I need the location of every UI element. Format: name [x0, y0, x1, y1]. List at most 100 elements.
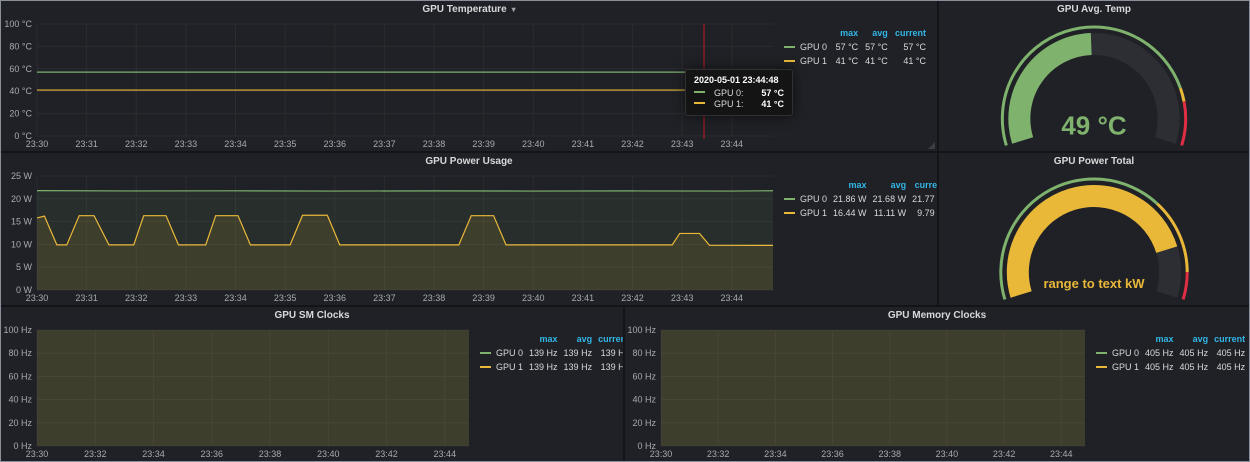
- x-axis-label: 23:43: [671, 139, 694, 149]
- tooltip-row: GPU 0: 57 °C: [694, 88, 784, 98]
- x-axis-label: 23:36: [324, 293, 347, 303]
- legend-series-gpu-1[interactable]: GPU 1: [781, 206, 830, 220]
- y-axis-label: 80 Hz: [8, 348, 32, 358]
- legend-header-max[interactable]: max: [832, 26, 862, 40]
- x-axis-label: 23:40: [522, 139, 545, 149]
- series-swatch-icon: [784, 198, 795, 200]
- legend-corner: [1093, 332, 1142, 346]
- legend-header-avg[interactable]: avg: [561, 332, 596, 346]
- panel-title-text: GPU Temperature: [422, 4, 506, 15]
- legend-series-gpu-1[interactable]: GPU 1: [477, 360, 526, 374]
- x-axis-label: 23:36: [324, 139, 347, 149]
- series-swatch-icon: [694, 102, 705, 104]
- x-axis-label: 23:38: [423, 139, 446, 149]
- gauge-temp-svg: 49 °C: [939, 17, 1249, 151]
- panel-title-gpu-power-total[interactable]: GPU Power Total: [939, 153, 1249, 169]
- panel-title-gpu-avg-temp[interactable]: GPU Avg. Temp: [939, 1, 1249, 17]
- tooltip-series-name: GPU 0:: [714, 88, 744, 98]
- series-swatch-icon: [694, 91, 705, 93]
- legend-series-gpu-1[interactable]: GPU 1: [1093, 360, 1142, 374]
- legend-value: 41 °C: [891, 54, 929, 68]
- gpu-power-total-body: range to text kW: [939, 169, 1249, 305]
- series-fill: [37, 323, 469, 446]
- legend-header-current[interactable]: current: [1211, 332, 1248, 346]
- series-swatch-icon: [784, 46, 795, 48]
- tooltip-series-name: GPU 1:: [714, 99, 744, 109]
- legend-value: 41 °C: [861, 54, 891, 68]
- gauge-threshold-segment: [1180, 88, 1184, 101]
- panel-title-gpu-temperature[interactable]: GPU Temperature ▾: [1, 1, 937, 17]
- x-axis-label: 23:36: [821, 449, 844, 459]
- legend-header-max[interactable]: max: [1142, 332, 1177, 346]
- x-axis-label: 23:35: [274, 139, 297, 149]
- gpu-power-total-gauge: range to text kW: [939, 169, 1249, 305]
- gpu-memory-clocks-body: 0 Hz20 Hz40 Hz60 Hz80 Hz100 Hz23:3023:32…: [625, 323, 1249, 461]
- panel-resize-handle[interactable]: [928, 142, 935, 149]
- y-axis-label: 60 Hz: [632, 371, 656, 381]
- y-axis-label: 80 °C: [9, 41, 32, 51]
- x-axis-label: 23:38: [423, 293, 446, 303]
- x-axis-label: 23:43: [671, 293, 694, 303]
- legend-row: GPU 0405 Hz405 Hz405 Hz: [1093, 346, 1248, 360]
- legend-header-current[interactable]: current: [891, 26, 929, 40]
- y-axis-label: 15 W: [11, 217, 33, 227]
- gpu-memory-clocks-chart[interactable]: 0 Hz20 Hz40 Hz60 Hz80 Hz100 Hz23:3023:32…: [625, 323, 1093, 461]
- legend-header-current[interactable]: current: [909, 178, 937, 192]
- legend-series-gpu-0[interactable]: GPU 0: [477, 346, 526, 360]
- panel-title-text: GPU Power Usage: [425, 156, 512, 167]
- legend-row: GPU 1405 Hz405 Hz405 Hz: [1093, 360, 1248, 374]
- gpu-power-usage-body: 0 W5 W10 W15 W20 W25 W23:3023:3123:3223:…: [1, 169, 937, 305]
- legend-series-gpu-0[interactable]: GPU 0: [1093, 346, 1142, 360]
- gauge-threshold-segment: [1183, 272, 1187, 299]
- legend-header-avg[interactable]: avg: [870, 178, 910, 192]
- legend-header-current[interactable]: current: [595, 332, 623, 346]
- legend-series-gpu-1[interactable]: GPU 1: [781, 54, 832, 68]
- x-axis-label: 23:30: [26, 139, 49, 149]
- gpu-power-usage-chart[interactable]: 0 W5 W10 W15 W20 W25 W23:3023:3123:3223:…: [1, 169, 781, 305]
- x-axis-label: 23:30: [650, 449, 673, 459]
- legend-series-gpu-0[interactable]: GPU 0: [781, 192, 830, 206]
- legend-value: 139 Hz: [595, 346, 623, 360]
- chart-tooltip: 2020-05-01 23:44:48GPU 0:57 °CGPU 1:41 °…: [685, 69, 793, 116]
- panel-title-gpu-power-usage[interactable]: GPU Power Usage: [1, 153, 937, 169]
- panel-gpu-avg-temp: GPU Avg. Temp 49 °C: [939, 1, 1249, 151]
- panel-title-text: GPU Memory Clocks: [888, 310, 986, 321]
- panel-gpu-memory-clocks: GPU Memory Clocks 0 Hz20 Hz40 Hz60 Hz80 …: [625, 307, 1249, 461]
- gpu-sm-clocks-chart[interactable]: 0 Hz20 Hz40 Hz60 Hz80 Hz100 Hz23:3023:32…: [1, 323, 477, 461]
- x-axis-label: 23:34: [764, 449, 787, 459]
- x-axis-label: 23:31: [75, 139, 98, 149]
- gauge-value-text: range to text kW: [1043, 276, 1145, 291]
- legend-value: 405 Hz: [1211, 346, 1248, 360]
- x-axis-label: 23:41: [572, 293, 595, 303]
- tooltip-series-value: 57 °C: [751, 88, 784, 98]
- legend-header-max[interactable]: max: [830, 178, 870, 192]
- legend-series-gpu-0[interactable]: GPU 0: [781, 40, 832, 54]
- legend-value: 11.11 W: [870, 206, 910, 220]
- series-swatch-icon: [480, 352, 491, 354]
- tooltip-row: GPU 1:41 °C: [694, 99, 784, 109]
- x-axis-label: 23:30: [26, 449, 49, 459]
- legend-corner: [477, 332, 526, 346]
- legend-header-avg[interactable]: avg: [861, 26, 891, 40]
- gauge-threshold-segment: [1182, 101, 1186, 145]
- panel-gpu-power-total: GPU Power Total range to text kW: [939, 153, 1249, 305]
- gpu-memory-clocks-legend: maxavgcurrentGPU 0405 Hz405 Hz405 HzGPU …: [1093, 323, 1249, 461]
- legend-row: GPU 021.86 W21.68 W21.77 W: [781, 192, 937, 206]
- x-axis-label: 23:41: [572, 139, 595, 149]
- x-axis-label: 23:44: [434, 449, 457, 459]
- gpu-memory-clocks-legend-table: maxavgcurrentGPU 0405 Hz405 Hz405 HzGPU …: [1093, 332, 1248, 374]
- x-axis-label: 23:38: [259, 449, 282, 459]
- sm-plot: 0 Hz20 Hz40 Hz60 Hz80 Hz100 Hz23:3023:32…: [1, 323, 477, 461]
- legend-header-max[interactable]: max: [526, 332, 561, 346]
- legend-value: 405 Hz: [1211, 360, 1248, 374]
- grafana-dashboard: GPU Temperature ▾ 0 °C20 °C40 °C60 °C80 …: [0, 0, 1250, 462]
- gpu-temperature-chart[interactable]: 0 °C20 °C40 °C60 °C80 °C100 °C23:3023:31…: [1, 17, 781, 151]
- legend-header-avg[interactable]: avg: [1177, 332, 1212, 346]
- x-axis-label: 23:30: [26, 293, 49, 303]
- series-swatch-icon: [784, 60, 795, 62]
- panel-title-gpu-memory-clocks[interactable]: GPU Memory Clocks: [625, 307, 1249, 323]
- panel-title-gpu-sm-clocks[interactable]: GPU SM Clocks: [1, 307, 623, 323]
- x-axis-label: 23:40: [936, 449, 959, 459]
- gauge-value-text: 49 °C: [1061, 111, 1127, 141]
- series-fill: [661, 323, 1085, 446]
